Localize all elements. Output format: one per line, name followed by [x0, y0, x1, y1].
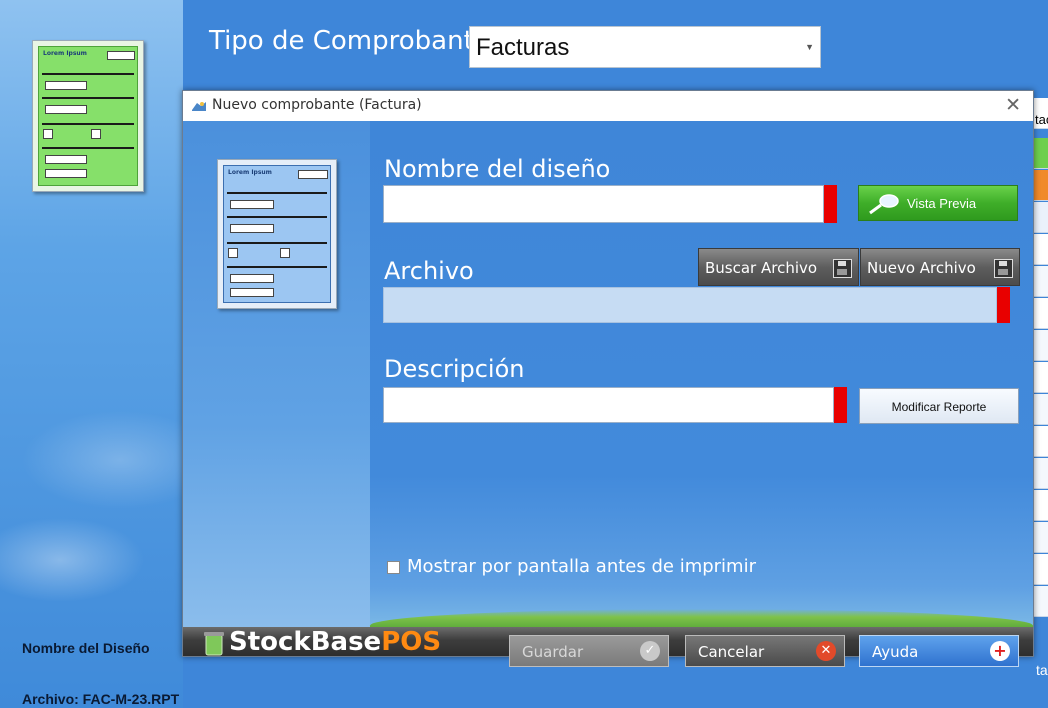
floppy-disk-icon — [833, 259, 852, 278]
cancel-icon: ✕ — [816, 641, 836, 661]
dialog-title: Nuevo comprobante (Factura) — [212, 97, 422, 113]
tipo-comprobante-select[interactable]: Facturas ▼ — [469, 26, 821, 68]
descripcion-input[interactable] — [383, 387, 834, 423]
tipo-comprobante-value: Facturas — [476, 34, 570, 61]
buscar-archivo-label: Buscar Archivo — [705, 259, 818, 277]
background-grid-strip — [1034, 98, 1048, 658]
nombre-input[interactable] — [383, 185, 824, 223]
guardar-button[interactable]: Guardar ✓ — [509, 635, 669, 667]
brand-main: StockBase — [229, 627, 382, 657]
buscar-archivo-button[interactable]: Buscar Archivo — [698, 248, 859, 286]
help-plus-icon: + — [990, 641, 1010, 661]
archivo-input[interactable] — [383, 287, 997, 323]
required-marker — [834, 387, 847, 423]
thumbnail-title: Lorem Ipsum — [43, 50, 87, 57]
close-icon[interactable]: ✕ — [1005, 94, 1021, 117]
ayuda-label: Ayuda — [872, 643, 919, 661]
chevron-down-icon: ▼ — [805, 42, 814, 52]
checkmark-icon: ✓ — [640, 641, 660, 661]
floppy-disk-icon — [994, 259, 1013, 278]
brand-accent: POS — [381, 627, 442, 657]
archivo-info-label: Archivo: FAC-M-23.RPT — [22, 691, 180, 707]
archivo-label: Archivo — [384, 257, 474, 285]
design-thumbnail-green: Lorem Ipsum — [32, 40, 144, 192]
brand-logo: StockBasePOS — [229, 627, 441, 657]
modificar-reporte-label: Modificar Reporte — [891, 400, 987, 414]
nombre-label: Nombre del diseño — [384, 155, 611, 183]
mostrar-pantalla-checkbox[interactable] — [387, 561, 400, 574]
nuevo-archivo-label: Nuevo Archivo — [867, 259, 976, 277]
tipo-comprobante-label: Tipo de Comprobante: — [209, 26, 499, 56]
mostrar-pantalla-label: Mostrar por pantalla antes de imprimir — [407, 556, 756, 577]
descripcion-label: Descripción — [384, 355, 525, 383]
nombre-diseno-label: Nombre del Diseño — [22, 640, 150, 656]
app-icon — [192, 102, 206, 111]
required-marker — [824, 185, 837, 223]
cancelar-label: Cancelar — [698, 643, 765, 661]
modificar-reporte-button[interactable]: Modificar Reporte — [859, 388, 1019, 424]
required-marker — [997, 287, 1010, 323]
thumbnail-title: Lorem Ipsum — [228, 169, 272, 176]
design-thumbnail-blue: Lorem Ipsum — [217, 159, 337, 309]
nuevo-archivo-button[interactable]: Nuevo Archivo — [860, 248, 1020, 286]
guardar-label: Guardar — [522, 643, 584, 661]
grass-decoration — [370, 609, 1033, 629]
vista-previa-label: Vista Previa — [907, 196, 977, 211]
vista-previa-button[interactable]: Vista Previa — [858, 185, 1018, 221]
background-column-fragment: tac — [1035, 112, 1048, 127]
ayuda-button[interactable]: Ayuda + — [859, 635, 1019, 667]
magnifier-icon — [869, 194, 899, 215]
dialog-titlebar[interactable]: Nuevo comprobante (Factura) ✕ — [183, 91, 1033, 121]
recycle-bin-icon — [204, 632, 224, 656]
background-label-fragment: ta — [1036, 662, 1048, 678]
cancelar-button[interactable]: Cancelar ✕ — [685, 635, 845, 667]
dialog-side-panel: Lorem Ipsum — [183, 121, 370, 627]
nuevo-comprobante-dialog: Nuevo comprobante (Factura) ✕ Lorem Ipsu… — [182, 90, 1034, 667]
